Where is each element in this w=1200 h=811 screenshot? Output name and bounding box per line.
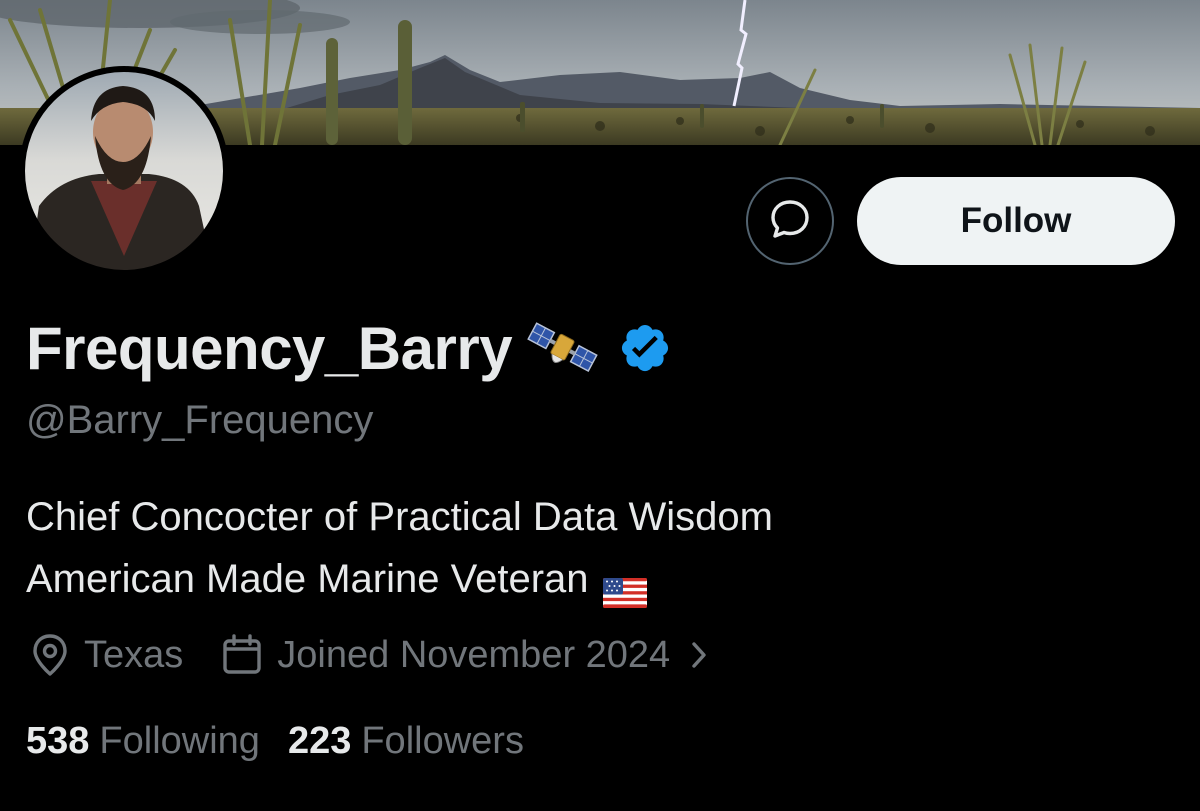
followers-label: Followers xyxy=(361,719,524,762)
profile-name-row: Frequency_Barry xyxy=(26,310,672,386)
chevron-right-icon xyxy=(690,640,708,670)
location-item: Texas xyxy=(30,633,183,677)
bio-line-text: American Made Marine Veteran xyxy=(26,557,589,601)
location-label: Texas xyxy=(84,633,184,676)
bio-line-text: Chief Concocter of Practical Data Wisdom xyxy=(26,495,773,539)
followers-link[interactable]: 223 Followers xyxy=(288,720,524,763)
calendar-icon xyxy=(221,634,263,676)
profile-avatar[interactable] xyxy=(19,66,229,276)
us-flag-icon xyxy=(602,564,647,608)
joined-item[interactable]: Joined November 2024 xyxy=(221,634,708,677)
profile-bio: Chief Concocter of Practical Data Wisdom… xyxy=(26,486,773,610)
bio-line: American Made Marine Veteran xyxy=(26,548,773,610)
location-pin-icon xyxy=(30,633,70,677)
message-bubble-icon xyxy=(768,197,812,246)
followers-count: 223 xyxy=(287,719,352,762)
satellite-icon xyxy=(526,318,598,378)
joined-date-label: Joined November 2024 xyxy=(277,633,671,676)
profile-meta-row: Texas Joined November 2024 xyxy=(30,630,708,680)
display-name: Frequency_Barry xyxy=(26,314,513,382)
profile-handle: @Barry_Frequency xyxy=(26,398,374,442)
message-button[interactable] xyxy=(746,177,834,265)
bio-line: Chief Concocter of Practical Data Wisdom xyxy=(26,486,773,548)
profile-stats-row: 538 Following 223 Followers xyxy=(26,716,524,766)
follow-button[interactable]: Follow xyxy=(857,177,1175,265)
following-link[interactable]: 538 Following xyxy=(26,720,260,763)
follow-button-label: Follow xyxy=(960,201,1072,240)
following-label: Following xyxy=(99,719,260,762)
verified-badge-icon[interactable] xyxy=(618,321,672,375)
following-count: 538 xyxy=(26,719,90,762)
